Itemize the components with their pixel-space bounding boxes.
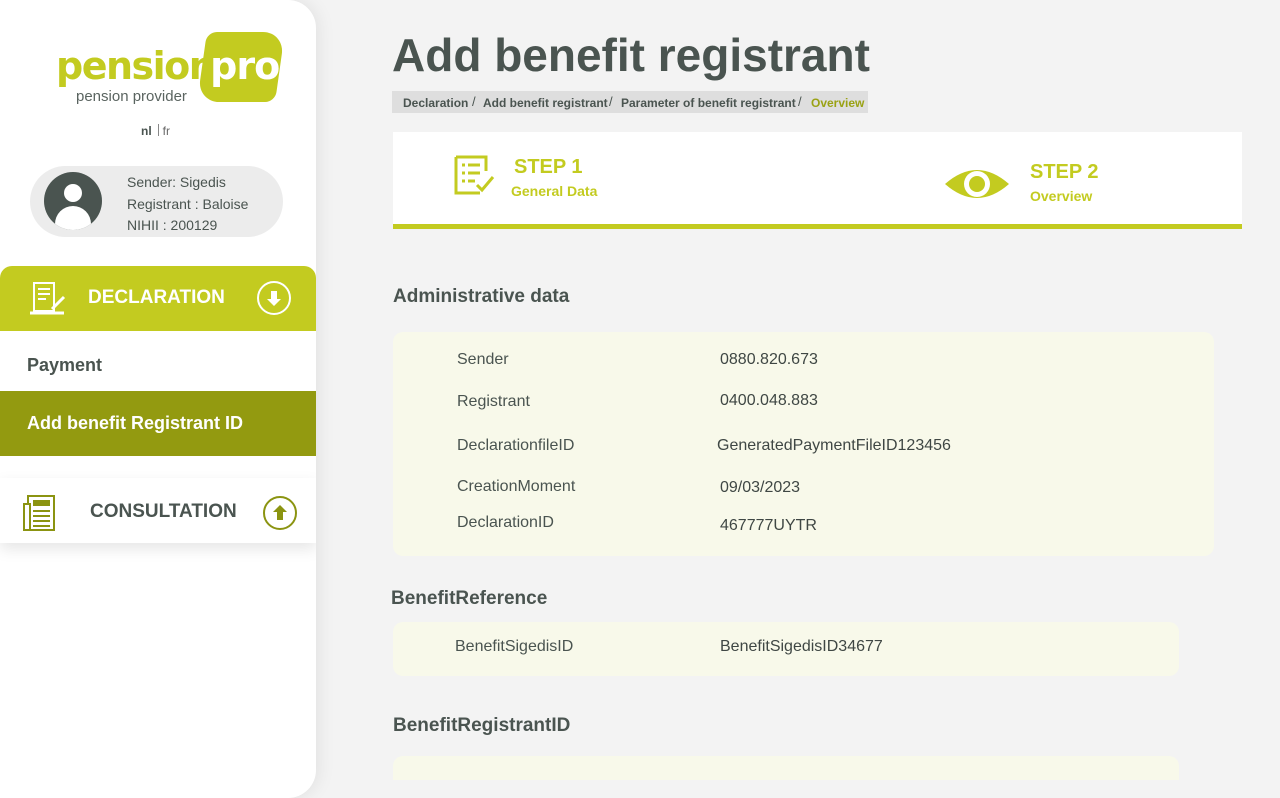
user-registrant: Registrant : Baloise	[127, 195, 249, 212]
language-switcher: nl fr	[141, 124, 170, 138]
logo-badge: pro	[197, 32, 285, 102]
breadcrumb-separator: /	[472, 94, 476, 109]
step-1-title: STEP 1	[514, 156, 583, 178]
step-2-subtitle: Overview	[1030, 188, 1093, 204]
document-pen-icon	[30, 282, 66, 315]
benefit-reference-panel: BenefitSigedisID BenefitSigedisID34677	[393, 622, 1179, 676]
step-2-title: STEP 2	[1030, 161, 1099, 183]
row-label-benefitsigedisid: BenefitSigedisID	[455, 638, 574, 655]
language-divider	[157, 124, 159, 136]
breadcrumb-current: Overview	[811, 96, 865, 110]
breadcrumb-item[interactable]: Add benefit registrant	[483, 96, 608, 110]
document-list-icon	[23, 495, 55, 531]
breadcrumb-separator: /	[609, 94, 613, 109]
row-label-registrant: Registrant	[457, 393, 530, 410]
row-value-registrant: 0400.048.883	[720, 392, 818, 409]
logo-word: pension	[56, 44, 216, 88]
row-value-benefitsigedisid: BenefitSigedisID34677	[720, 638, 883, 655]
consultation-menu-header[interactable]: CONSULTATION	[0, 478, 316, 543]
checklist-icon	[454, 155, 495, 195]
stepper: STEP 1 General Data STEP 2 Overview	[393, 132, 1242, 229]
user-nihii: NIHII : 200129	[127, 217, 218, 233]
sidebar-item-label: Add benefit Registrant ID	[27, 413, 244, 433]
row-value-declarationid: 467777UYTR	[720, 517, 817, 534]
user-sender: Sender: Sigedis	[127, 174, 226, 190]
declaration-label: DECLARATION	[88, 287, 225, 308]
sidebar-item-payment[interactable]: Payment	[0, 331, 316, 391]
row-value-declarationfileid: GeneratedPaymentFileID123456	[717, 437, 951, 454]
row-label-declarationid: DeclarationID	[457, 514, 554, 531]
declaration-menu-header[interactable]: DECLARATION	[0, 266, 316, 331]
arrow-up-circle-icon[interactable]	[263, 496, 297, 530]
logo-tagline: pension provider	[76, 88, 187, 105]
breadcrumb-item[interactable]: Declaration	[403, 96, 468, 110]
user-info: Sender: Sigedis Registrant : Baloise NIH…	[127, 172, 248, 237]
benefit-registrant-id-panel	[393, 756, 1179, 780]
sidebar-item-label: Payment	[27, 355, 103, 375]
pensionpro-logo[interactable]: pension pro pension provider	[56, 32, 285, 108]
eye-icon	[945, 170, 1009, 198]
sidebar-item-add-benefit-registrant-id[interactable]: Add benefit Registrant ID	[0, 391, 316, 456]
avatar-icon	[44, 172, 102, 230]
sidebar: pension pro pension provider nl fr Sender…	[0, 0, 316, 798]
administrative-data-panel: Sender 0880.820.673 Registrant 0400.048.…	[393, 332, 1214, 556]
row-label-declarationfileid: DeclarationfileID	[457, 437, 575, 454]
benefit-reference-title: BenefitReference	[391, 588, 548, 609]
breadcrumb-item[interactable]: Parameter of benefit registrant	[621, 96, 796, 110]
row-label-sender: Sender	[457, 351, 509, 368]
language-nl-link[interactable]: nl	[141, 124, 152, 138]
arrow-down-circle-icon[interactable]	[257, 281, 291, 315]
row-label-creationmoment: CreationMoment	[457, 478, 576, 495]
row-value-sender: 0880.820.673	[720, 351, 818, 368]
breadcrumb: Declaration / Add benefit registrant / P…	[392, 91, 868, 113]
administrative-data-title: Administrative data	[393, 286, 570, 307]
row-value-creationmoment: 09/03/2023	[720, 479, 801, 496]
user-card: Sender: Sigedis Registrant : Baloise NIH…	[30, 166, 283, 237]
breadcrumb-separator: /	[798, 94, 802, 109]
benefit-registrant-id-title: BenefitRegistrantID	[393, 715, 571, 736]
step-1-subtitle: General Data	[511, 183, 598, 199]
page-title: Add benefit registrant	[392, 29, 870, 81]
consultation-label: CONSULTATION	[90, 501, 237, 522]
language-fr-link[interactable]: fr	[163, 124, 170, 138]
